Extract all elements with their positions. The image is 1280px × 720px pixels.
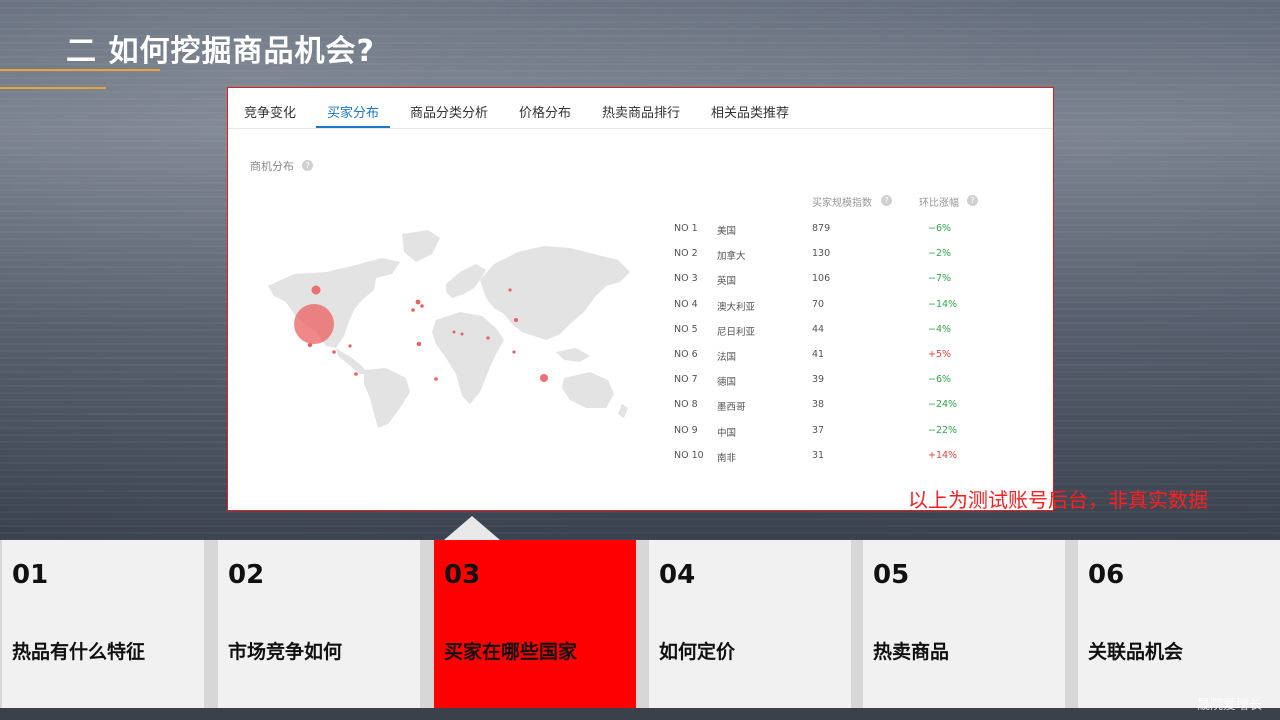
active-section-pointer <box>444 516 500 540</box>
country-cell: 中国 <box>717 427 737 439</box>
tab-category-analysis[interactable]: 商品分类分析 <box>410 102 488 121</box>
country-cell: 加拿大 <box>717 251 746 263</box>
rank-cell: NO 8 <box>674 399 698 411</box>
rank-cell: NO 6 <box>674 349 698 360</box>
nav-label: 买家在哪些国家 <box>444 641 578 663</box>
table-row: NO 10 南非 31 +14% <box>228 450 1053 475</box>
nav-number: 04 <box>659 560 696 590</box>
buyer-index-cell: 106 <box>812 273 831 285</box>
tab-related-categories[interactable]: 相关品类推荐 <box>711 102 789 121</box>
buyer-index-cell: 31 <box>812 449 825 461</box>
rank-cell: NO 2 <box>674 248 698 260</box>
nav-label: 如何定价 <box>659 641 736 663</box>
nav-card-04[interactable]: 04 如何定价 <box>649 540 851 708</box>
nav-card-05[interactable]: 05 热卖商品 <box>863 540 1065 708</box>
disclaimer-text: 以上为测试账号后台，非真实数据 <box>908 488 1208 512</box>
rank-cell: NO 10 <box>674 449 704 461</box>
nav-number: 05 <box>873 560 910 590</box>
buyer-distribution-screenshot: 竞争变化 买家分布 商品分类分析 价格分布 热卖商品排行 相关品类推荐 商机分布… <box>227 87 1054 511</box>
bottom-bar <box>0 708 1280 720</box>
table-row: NO 4 澳大利亚 70 −14% <box>228 299 1053 324</box>
nav-number: 06 <box>1088 560 1125 590</box>
table-row: NO 5 尼日利亚 44 −4% <box>228 324 1053 349</box>
table-row: NO 8 墨西哥 38 −24% <box>228 399 1053 424</box>
change-header: 环比涨幅 <box>919 198 959 209</box>
buyer-index-cell: 44 <box>812 323 825 335</box>
rank-cell: NO 1 <box>674 223 698 234</box>
rank-cell: NO 9 <box>674 424 698 436</box>
buyer-index-cell: 41 <box>812 349 825 360</box>
buyer-index-cell: 130 <box>812 248 831 260</box>
nav-card-02[interactable]: 02 市场竞争如何 <box>218 540 420 708</box>
nav-label: 热品有什么特征 <box>12 641 146 663</box>
country-cell: 法国 <box>717 352 737 363</box>
table-row: NO 6 法国 41 +5% <box>228 349 1053 374</box>
change-cell: −4% <box>928 323 952 335</box>
tab-hot-products[interactable]: 热卖商品排行 <box>602 102 680 121</box>
table-row: NO 1 美国 879 −6% <box>228 223 1053 248</box>
country-cell: 南非 <box>717 452 737 464</box>
change-cell: +14% <box>928 449 958 461</box>
change-cell: −6% <box>928 223 952 234</box>
buyer-index-cell: 70 <box>812 298 825 310</box>
table-row: NO 9 中国 37 −22% <box>228 425 1053 450</box>
change-cell: −22% <box>928 424 958 436</box>
change-cell: −24% <box>928 399 958 411</box>
table-row: NO 2 加拿大 130 −2% <box>228 248 1053 273</box>
nav-card-01[interactable]: 01 热品有什么特征 <box>2 540 204 708</box>
nav-label: 市场竞争如何 <box>228 641 343 663</box>
active-tab-indicator <box>316 126 390 128</box>
country-cell: 墨西哥 <box>717 402 746 414</box>
change-cell: −14% <box>928 298 958 310</box>
buyer-index-cell: 879 <box>812 223 831 234</box>
country-cell: 澳大利亚 <box>717 301 756 313</box>
change-cell: +5% <box>928 349 952 360</box>
country-cell: 尼日利亚 <box>717 326 756 338</box>
tab-bar: 竞争变化 买家分布 商品分类分析 价格分布 热卖商品排行 相关品类推荐 <box>228 88 1053 129</box>
change-cell: −2% <box>928 248 952 260</box>
title-rule <box>0 87 106 89</box>
rank-cell: NO 5 <box>674 323 698 335</box>
nav-number: 01 <box>12 560 49 590</box>
nav-number: 03 <box>444 560 481 590</box>
table-row: NO 7 德国 39 −6% <box>228 374 1053 399</box>
nav-label: 热卖商品 <box>873 641 950 663</box>
rank-cell: NO 7 <box>674 374 698 386</box>
nav-number: 02 <box>228 560 265 590</box>
question-icon[interactable]: ? <box>881 195 892 206</box>
buyer-index-cell: 37 <box>812 424 825 436</box>
nav-card-03[interactable]: 03 买家在哪些国家 <box>434 540 636 708</box>
rank-cell: NO 3 <box>674 273 698 285</box>
tab-buyer-distribution[interactable]: 买家分布 <box>327 102 379 121</box>
nav-label: 关联品机会 <box>1088 641 1184 663</box>
change-cell: −6% <box>928 374 952 386</box>
table-row: NO 3 英国 106 −7% <box>228 273 1053 298</box>
tab-price-distribution[interactable]: 价格分布 <box>519 102 571 121</box>
buyer-index-cell: 39 <box>812 374 825 386</box>
tab-competition-change[interactable]: 竞争变化 <box>244 102 296 121</box>
buyer-index-cell: 38 <box>812 399 825 411</box>
title-rule <box>0 69 160 71</box>
rank-cell: NO 4 <box>674 298 698 310</box>
country-cell: 德国 <box>717 377 737 389</box>
question-icon[interactable]: ? <box>967 195 978 206</box>
change-cell: −7% <box>928 273 952 285</box>
country-cell: 美国 <box>717 226 737 237</box>
buyer-index-header: 买家规模指数 <box>812 198 872 209</box>
nav-card-06[interactable]: 06 关联品机会 <box>1078 540 1280 708</box>
section-nav: 01 热品有什么特征 02 市场竞争如何 03 买家在哪些国家 04 如何定价 … <box>0 540 1280 708</box>
watermark: 晟院爱增长 <box>1196 698 1262 713</box>
page-title: 二 如何挖掘商品机会? <box>66 34 375 69</box>
question-icon[interactable]: ? <box>302 160 313 171</box>
section-title: 商机分布 <box>250 160 294 173</box>
country-cell: 英国 <box>717 276 737 288</box>
